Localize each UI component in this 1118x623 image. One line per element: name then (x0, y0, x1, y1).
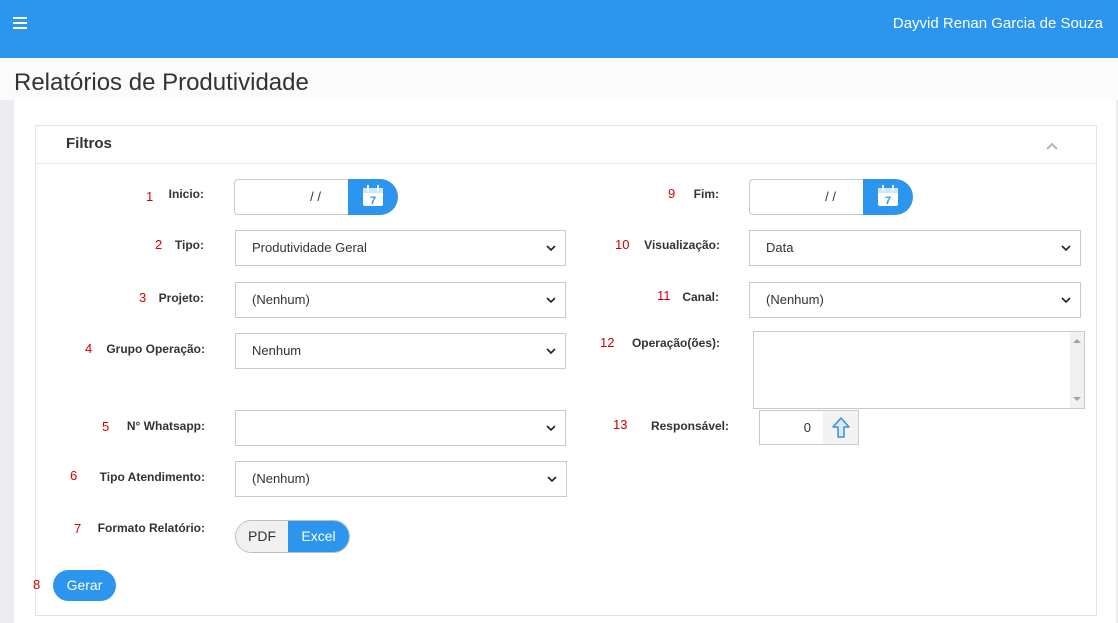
tipo-select[interactable]: Produtividade Geral (235, 230, 566, 266)
excel-option[interactable]: Excel (288, 521, 349, 552)
user-name[interactable]: Dayvid Renan Garcia de Souza (893, 15, 1103, 32)
field-number-10: 10 (615, 237, 630, 252)
fim-label: Fim: (693, 187, 719, 201)
responsavel-arrow-button[interactable] (823, 410, 859, 445)
tipo-atendimento-select[interactable]: (Nenhum) (235, 461, 567, 497)
inicio-calendar-button[interactable]: 7 (348, 179, 398, 215)
chevron-up-icon[interactable] (1046, 140, 1058, 152)
canal-select[interactable]: (Nenhum) (749, 282, 1081, 318)
page-title: Relatórios de Produtividade (14, 69, 309, 96)
inicio-date-input[interactable]: / / (234, 179, 349, 215)
scroll-up-icon[interactable] (1073, 339, 1081, 343)
visualizacao-label: Visualização: (644, 238, 720, 252)
field-number-6: 6 (70, 468, 78, 483)
field-number-12: 12 (600, 335, 615, 350)
grupo-operacao-select[interactable]: Nenhum (235, 333, 566, 369)
responsavel-label: Responsável: (650, 419, 729, 433)
projeto-label: Projeto: (158, 291, 204, 305)
tipo-atendimento-label: Tipo Atendimento: (99, 470, 205, 484)
calendar-day: 7 (885, 195, 891, 207)
fim-date-input[interactable]: / / (749, 179, 864, 215)
operacoes-label: Operação(ões): (631, 336, 720, 350)
calendar-icon: 7 (363, 185, 383, 207)
tipo-label: Tipo: (174, 238, 204, 252)
chevron-down-icon (546, 348, 556, 355)
calendar-day: 7 (370, 195, 376, 207)
panel-title: Filtros (66, 135, 112, 152)
panel-header[interactable]: Filtros (36, 126, 1096, 164)
projeto-select[interactable]: (Nenhum) (235, 282, 566, 318)
chevron-down-icon (1061, 297, 1071, 304)
fim-calendar-button[interactable]: 7 (863, 179, 913, 215)
whatsapp-label: N° Whatsapp: (126, 419, 205, 433)
operacoes-listbox[interactable] (753, 331, 1085, 409)
tipo-value: Produtividade Geral (252, 240, 367, 255)
field-number-5: 5 (102, 419, 110, 434)
chevron-down-icon (546, 297, 556, 304)
canal-label: Canal: (682, 290, 719, 304)
visualizacao-select[interactable]: Data (749, 230, 1081, 266)
field-number-11: 11 (657, 288, 671, 303)
field-number-13: 13 (613, 417, 628, 432)
projeto-value: (Nenhum) (252, 292, 310, 307)
calendar-icon: 7 (878, 185, 898, 207)
formato-label: Formato Relatório: (97, 521, 205, 535)
scroll-down-icon[interactable] (1073, 397, 1081, 401)
grupo-operacao-value: Nenhum (252, 343, 302, 358)
hamburger-icon[interactable] (13, 17, 27, 31)
top-bar: Dayvid Renan Garcia de Souza (0, 0, 1118, 58)
pdf-option[interactable]: PDF (236, 521, 288, 552)
arrow-up-icon (832, 417, 850, 438)
operacoes-scrollbar[interactable] (1070, 332, 1084, 408)
chevron-down-icon (546, 245, 556, 252)
canal-value: (Nenhum) (766, 292, 824, 307)
gerar-button[interactable]: Gerar (53, 570, 116, 601)
grupo-operacao-label: Grupo Operação: (106, 342, 205, 356)
whatsapp-select[interactable] (235, 410, 566, 446)
field-number-8: 8 (33, 577, 41, 592)
formato-toggle: PDF Excel (235, 520, 350, 553)
tipo-atendimento-value: (Nenhum) (252, 471, 310, 486)
chevron-down-icon (1061, 245, 1071, 252)
visualizacao-value: Data (766, 240, 794, 255)
field-number-4: 4 (85, 341, 93, 356)
inicio-label: Inicio: (168, 187, 204, 201)
responsavel-input[interactable]: 0 (759, 410, 824, 445)
chevron-down-icon (547, 476, 557, 483)
chevron-down-icon (546, 425, 556, 432)
